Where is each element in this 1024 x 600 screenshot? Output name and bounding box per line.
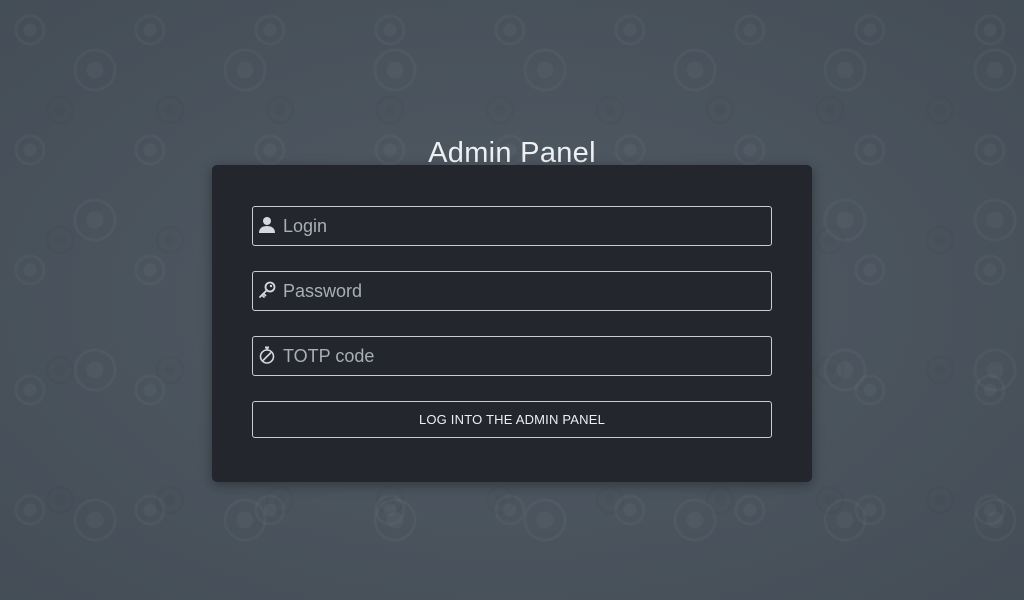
stopwatch-icon (257, 345, 277, 365)
password-input[interactable] (283, 272, 763, 310)
password-field[interactable] (252, 271, 772, 311)
login-card: LOG INTO THE ADMIN PANEL (212, 165, 812, 482)
user-icon (257, 215, 277, 235)
login-field[interactable] (252, 206, 772, 246)
login-input[interactable] (283, 207, 763, 245)
login-submit-button[interactable]: LOG INTO THE ADMIN PANEL (252, 401, 772, 438)
totp-field[interactable] (252, 336, 772, 376)
key-icon (257, 280, 277, 300)
totp-input[interactable] (283, 337, 763, 375)
